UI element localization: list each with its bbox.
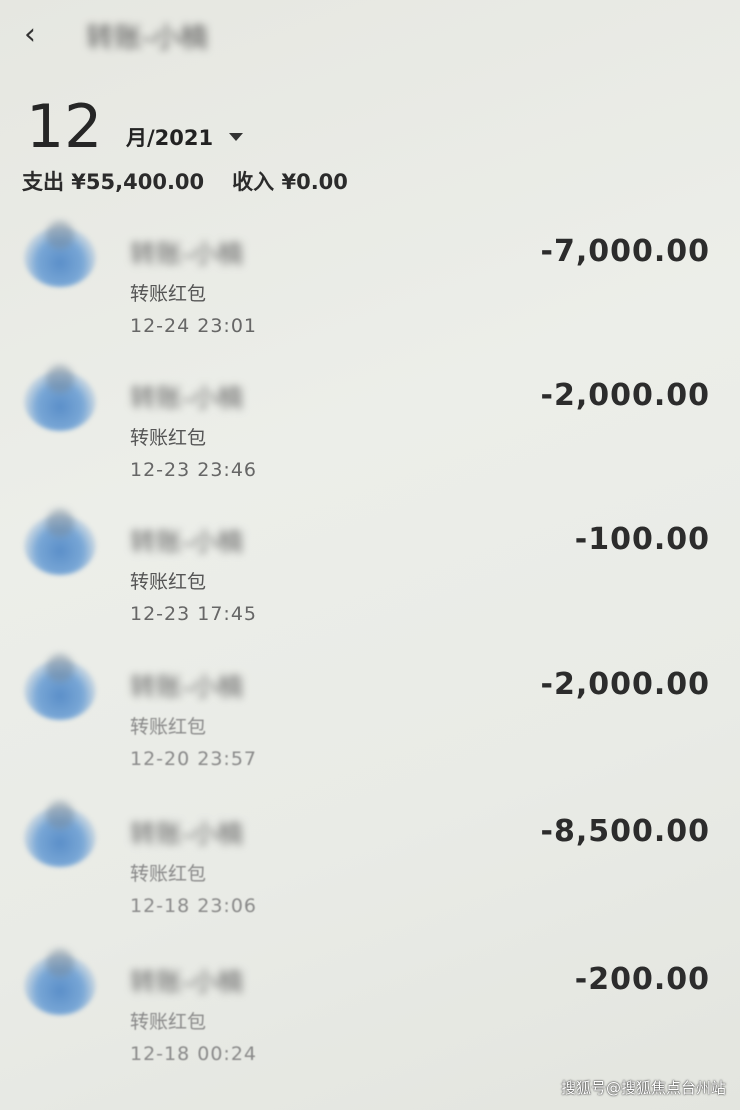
transaction-time: 12-18 23:06 [130, 895, 258, 917]
transaction-row[interactable]: 转账-小楠 转账红包 12-23 23:46 -2,000.00 [0, 359, 740, 499]
transaction-row[interactable]: 转账-小楠 转账红包 12-18 00:24 -200.00 [0, 943, 740, 1083]
month-number: 12 [26, 92, 103, 162]
transaction-time: 12-24 23:01 [130, 315, 258, 337]
payee-name: 转账-小楠 [130, 240, 244, 270]
avatar [24, 227, 96, 287]
transaction-amount: -8,500.00 [540, 814, 710, 849]
payee-name: 转账-小楠 [130, 673, 244, 703]
app-header: ‹ 转账-小楠 [0, 0, 740, 80]
avatar [24, 371, 96, 431]
avatar [24, 807, 96, 867]
transaction-row[interactable]: 转账-小楠 转账红包 12-20 23:57 -2,000.00 [0, 648, 740, 788]
transaction-type: 转账红包 [130, 1011, 207, 1033]
income-total: 收入 ¥0.00 [232, 170, 348, 194]
transaction-amount: -200.00 [574, 962, 710, 997]
avatar [24, 955, 96, 1015]
monthly-summary: 支出 ¥55,400.00 收入 ¥0.00 [22, 168, 348, 196]
transaction-row[interactable]: 转账-小楠 转账红包 12-24 23:01 -7,000.00 [0, 215, 740, 355]
expense-total: 支出 ¥55,400.00 [22, 170, 205, 194]
avatar [24, 515, 96, 575]
transaction-type: 转账红包 [130, 716, 207, 738]
transaction-type: 转账红包 [130, 283, 207, 305]
transaction-type: 转账红包 [130, 427, 207, 449]
transaction-amount: -2,000.00 [540, 378, 710, 413]
transaction-row[interactable]: 转账-小楠 转账红包 12-18 23:06 -8,500.00 [0, 795, 740, 935]
transaction-amount: -2,000.00 [540, 667, 710, 702]
payee-name: 转账-小楠 [130, 820, 244, 850]
transaction-time: 12-23 17:45 [130, 603, 258, 625]
payee-name: 转账-小楠 [130, 384, 244, 414]
transaction-type: 转账红包 [130, 863, 207, 885]
transaction-amount: -7,000.00 [540, 234, 710, 269]
transaction-amount: -100.00 [574, 522, 710, 557]
payee-name: 转账-小楠 [130, 968, 244, 998]
watermark: 搜狐号@搜狐焦点台州站 [560, 1079, 726, 1097]
transaction-time: 12-23 23:46 [130, 459, 258, 481]
transaction-time: 12-18 00:24 [130, 1043, 258, 1065]
transaction-type: 转账红包 [130, 571, 207, 593]
payee-name: 转账-小楠 [130, 528, 244, 558]
caret-down-icon[interactable] [229, 133, 243, 141]
month-year-label: 月/2021 [126, 126, 214, 150]
back-arrow-icon[interactable]: ‹ [24, 18, 54, 52]
page-title: 转账-小楠 [86, 21, 209, 54]
transaction-time: 12-20 23:57 [130, 748, 258, 770]
avatar [24, 660, 96, 720]
transaction-row[interactable]: 转账-小楠 转账红包 12-23 17:45 -100.00 [0, 503, 740, 643]
